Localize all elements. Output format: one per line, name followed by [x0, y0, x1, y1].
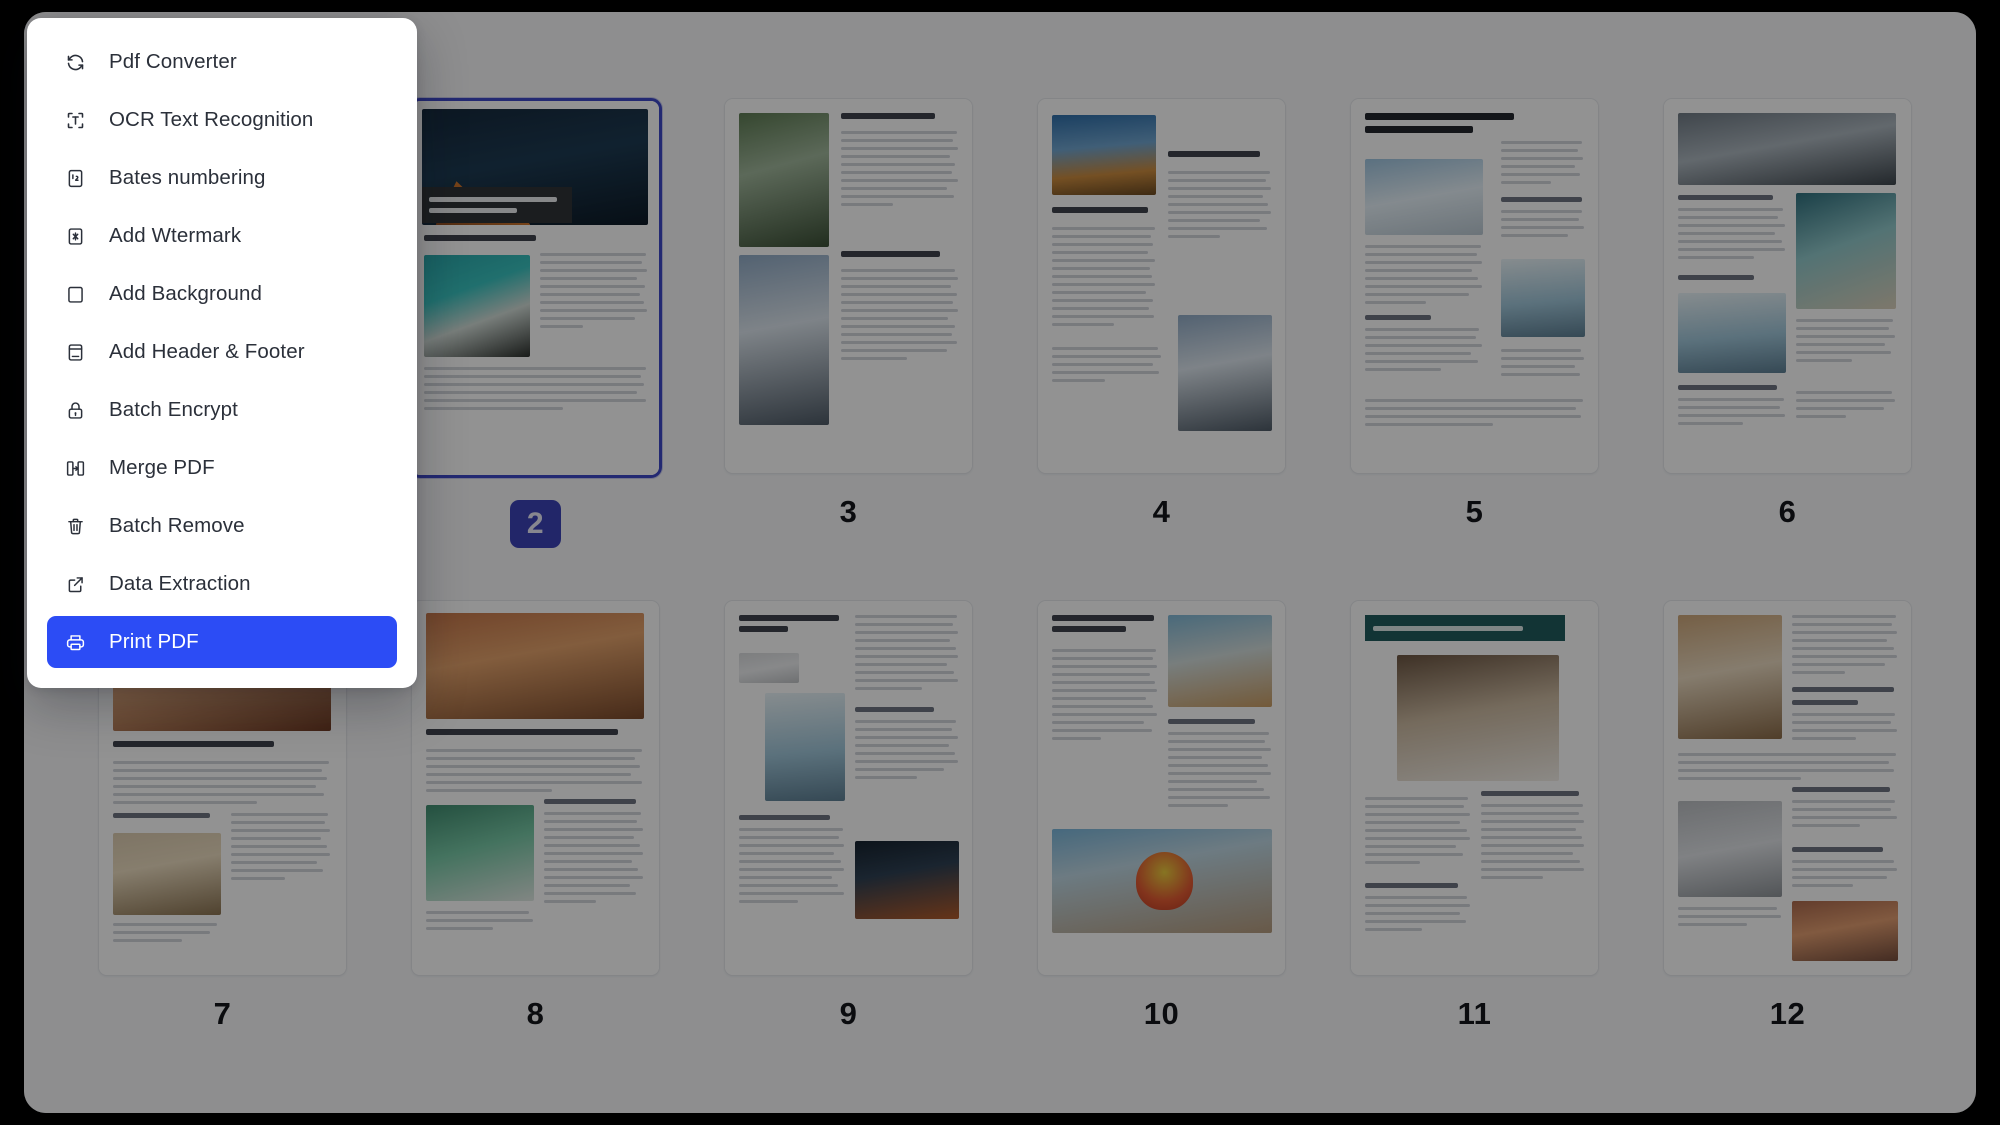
refresh-icon — [63, 50, 87, 74]
page-card[interactable] — [724, 600, 973, 976]
page-number-label: 3 — [839, 494, 858, 529]
page-number-label: 12 — [1769, 996, 1806, 1031]
menu-item-label: Add Background — [109, 282, 262, 305]
page-thumbnail-3[interactable]: 3 — [712, 98, 985, 548]
page-number-label: 9 — [839, 996, 858, 1031]
menu-item-label: Add Wtermark — [109, 224, 242, 247]
menu-item-label: Add Header & Footer — [109, 340, 305, 363]
page-thumbnail-6[interactable]: 6 — [1651, 98, 1924, 548]
menu-item-add-background[interactable]: Add Background — [47, 268, 397, 320]
printer-icon — [63, 630, 87, 654]
page-number-label: 8 — [526, 996, 545, 1031]
menu-item-add-header-footer[interactable]: Add Header & Footer — [47, 326, 397, 378]
menu-item-print-pdf[interactable]: Print PDF — [47, 616, 397, 668]
page-card[interactable] — [1037, 600, 1286, 976]
page-number-label: 11 — [1457, 996, 1492, 1031]
page-thumbnail-4[interactable]: 4 — [1025, 98, 1298, 548]
menu-item-label: Batch Encrypt — [109, 398, 238, 421]
page-number-badge: 2 — [509, 500, 562, 548]
menu-item-batch-remove[interactable]: Batch Remove — [47, 500, 397, 552]
page-number-label: 5 — [1465, 494, 1484, 529]
tools-dropdown-menu[interactable]: Pdf Converter OCR Text Recognition Bates… — [27, 18, 417, 688]
menu-item-label: Data Extraction — [109, 572, 251, 595]
lock-icon — [63, 398, 87, 422]
watermark-icon — [63, 224, 87, 248]
menu-item-label: Pdf Converter — [109, 50, 237, 73]
page-thumbnail-11[interactable]: 11 — [1338, 600, 1611, 1029]
page-number-label: 4 — [1152, 494, 1171, 529]
menu-item-add-watermark[interactable]: Add Wtermark — [47, 210, 397, 262]
ocr-scan-icon — [63, 108, 87, 132]
external-link-icon — [63, 572, 87, 596]
bates-page-icon — [63, 166, 87, 190]
page-number-label: 10 — [1143, 996, 1180, 1031]
page-number-label: 7 — [213, 996, 232, 1031]
page-thumbnail-5[interactable]: 5 — [1338, 98, 1611, 548]
menu-item-label: Bates numbering — [109, 166, 266, 189]
page-thumbnail-12[interactable]: 12 — [1651, 600, 1924, 1029]
page-number-label: 6 — [1778, 494, 1797, 529]
square-outline-icon — [63, 282, 87, 306]
page-thumbnail-9[interactable]: 9 — [712, 600, 985, 1029]
menu-item-label: Print PDF — [109, 630, 199, 653]
trash-icon — [63, 514, 87, 538]
page-thumbnail-2[interactable]: 2 — [399, 98, 672, 548]
page-thumbnail-10[interactable]: 10 — [1025, 600, 1298, 1029]
page-card[interactable] — [1350, 98, 1599, 474]
menu-item-merge-pdf[interactable]: Merge PDF — [47, 442, 397, 494]
menu-item-pdf-converter[interactable]: Pdf Converter — [47, 36, 397, 88]
menu-item-label: OCR Text Recognition — [109, 108, 314, 131]
page-card[interactable] — [1663, 600, 1912, 976]
menu-item-label: Batch Remove — [109, 514, 245, 537]
menu-item-ocr-text-recognition[interactable]: OCR Text Recognition — [47, 94, 397, 146]
page-card[interactable] — [1350, 600, 1599, 976]
page-thumbnail-8[interactable]: 8 — [399, 600, 672, 1029]
page-card-selected[interactable] — [409, 98, 662, 478]
page-card[interactable] — [411, 600, 660, 976]
menu-item-label: Merge PDF — [109, 456, 215, 479]
header-footer-icon — [63, 340, 87, 364]
page-card[interactable] — [1037, 98, 1286, 474]
menu-item-batch-encrypt[interactable]: Batch Encrypt — [47, 384, 397, 436]
page-card[interactable] — [724, 98, 973, 474]
page-card[interactable] — [1663, 98, 1912, 474]
menu-item-data-extraction[interactable]: Data Extraction — [47, 558, 397, 610]
merge-icon — [63, 456, 87, 480]
menu-item-bates-numbering[interactable]: Bates numbering — [47, 152, 397, 204]
